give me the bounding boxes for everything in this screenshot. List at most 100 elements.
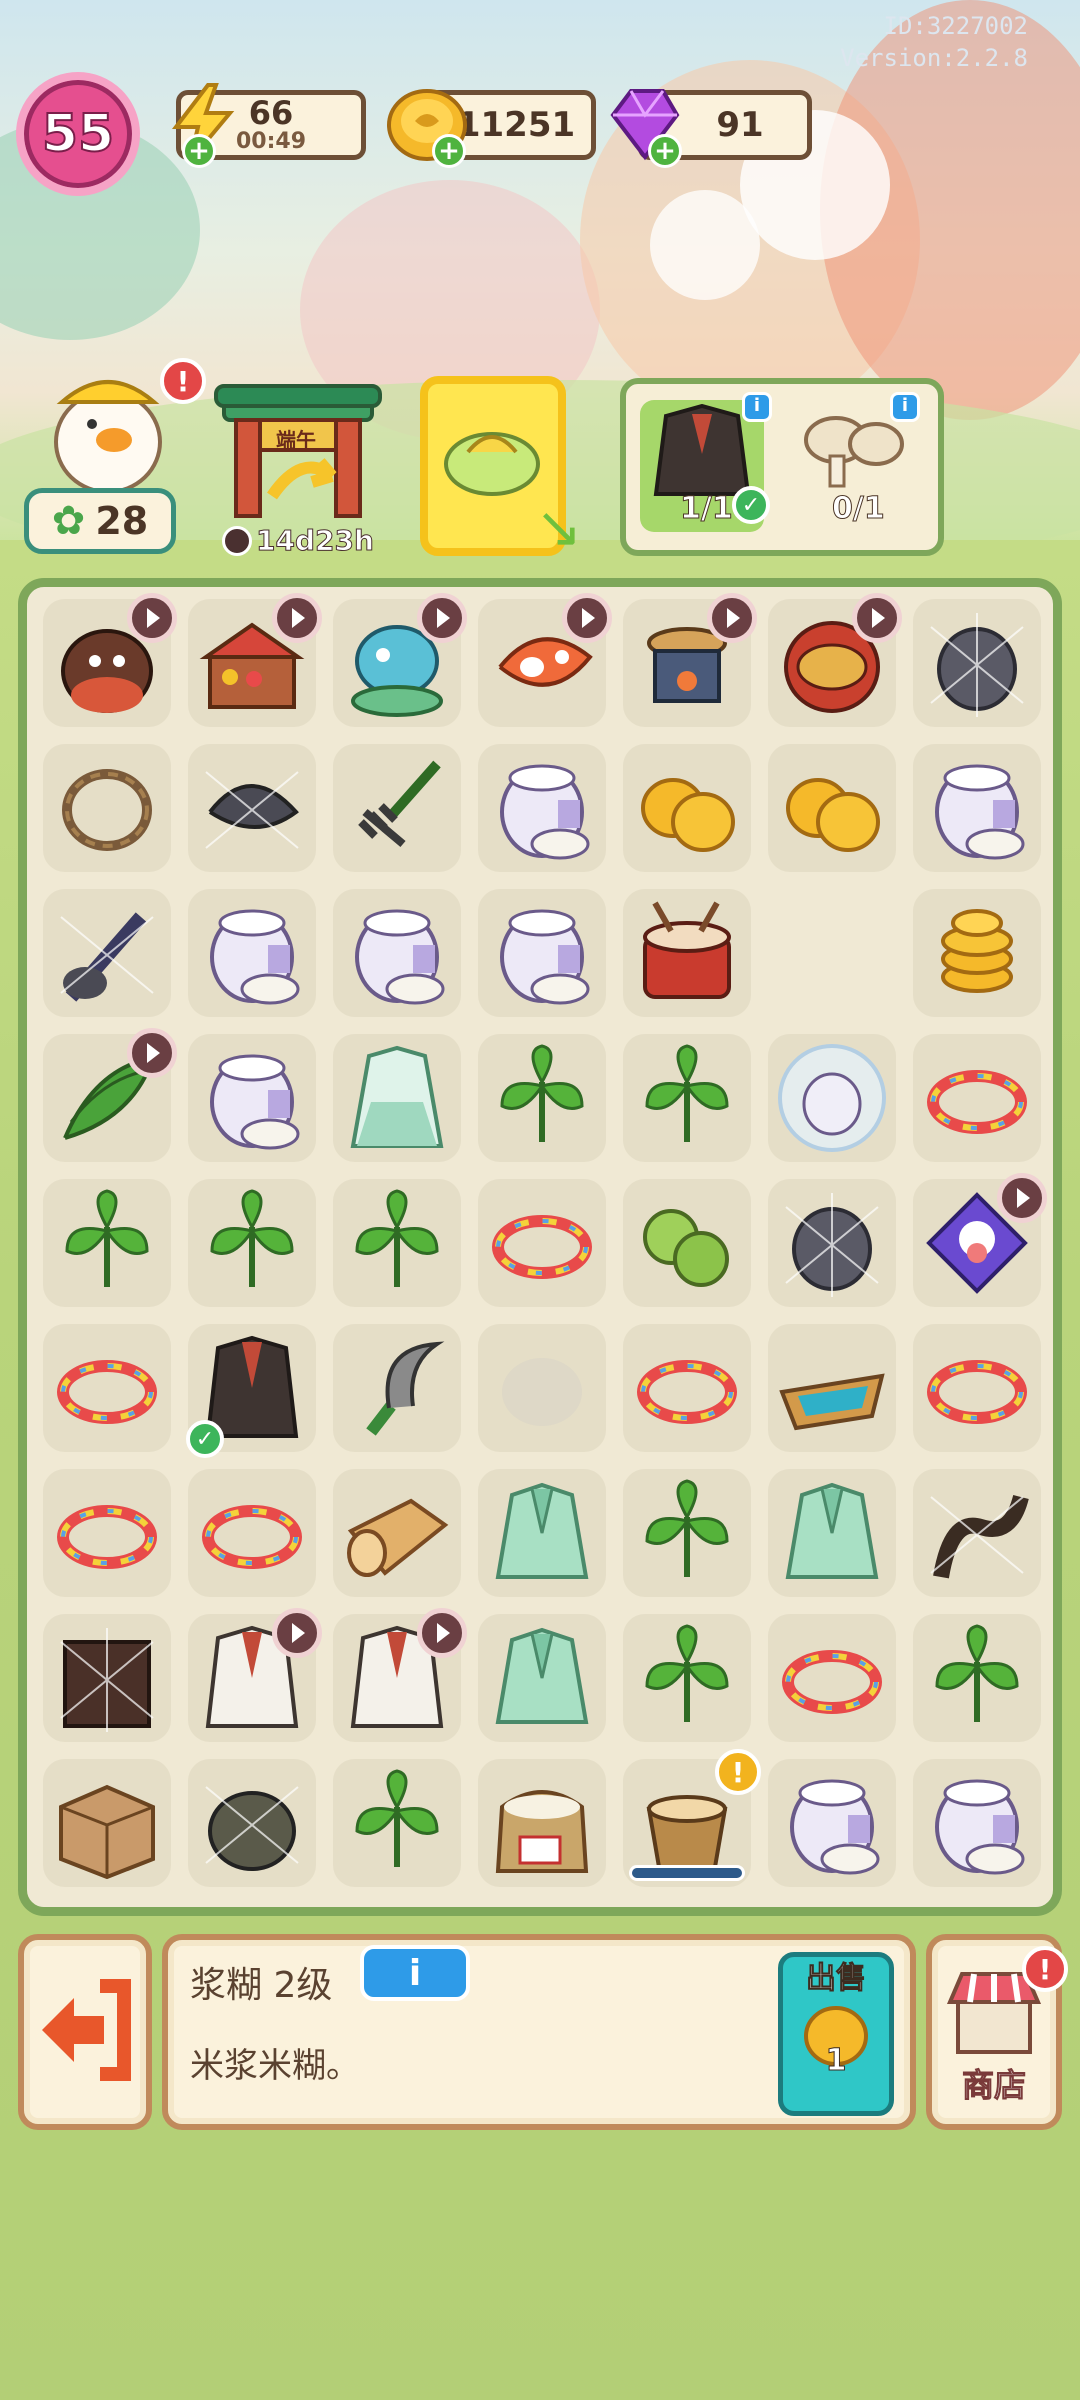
board-cell[interactable] bbox=[623, 889, 751, 1017]
board-cell[interactable] bbox=[188, 889, 316, 1017]
festival-gate-event[interactable]: 端午 bbox=[210, 372, 386, 522]
board-cell[interactable] bbox=[623, 1614, 751, 1742]
board-cell[interactable] bbox=[333, 1324, 461, 1452]
board-cell[interactable] bbox=[43, 1179, 171, 1307]
timer-icon bbox=[417, 593, 467, 643]
board-cell[interactable] bbox=[768, 1469, 896, 1597]
color-cord-icon bbox=[57, 1505, 157, 1569]
order-item-mushrooms[interactable]: 0/1 i bbox=[796, 392, 920, 532]
board-cell[interactable] bbox=[913, 599, 1041, 727]
board-cell[interactable] bbox=[913, 1034, 1041, 1162]
exit-button[interactable] bbox=[18, 1934, 152, 2130]
bubble-jar-icon bbox=[778, 1044, 886, 1152]
board-cell[interactable] bbox=[623, 1324, 751, 1452]
gift-box-card[interactable]: ↘ bbox=[420, 376, 582, 560]
board-cell[interactable] bbox=[478, 889, 606, 1017]
board-cell[interactable] bbox=[768, 1759, 896, 1887]
board-cell[interactable] bbox=[768, 1179, 896, 1307]
duck-count-pill: ✿ 28 bbox=[24, 488, 176, 554]
duck-helper[interactable] bbox=[40, 362, 176, 500]
board-cell[interactable] bbox=[333, 593, 467, 727]
board-cell[interactable] bbox=[768, 1614, 896, 1742]
mugwort-icon bbox=[500, 1044, 584, 1142]
green-robe-icon bbox=[495, 1482, 589, 1579]
board-cell[interactable] bbox=[623, 593, 757, 727]
sickle-icon bbox=[366, 1341, 445, 1436]
board-cell[interactable] bbox=[623, 1179, 751, 1307]
board-cell[interactable] bbox=[43, 1028, 177, 1162]
level-badge[interactable]: 55 bbox=[16, 72, 140, 196]
board-cell[interactable] bbox=[913, 1759, 1041, 1887]
board-cell[interactable] bbox=[913, 889, 1041, 1017]
board-cell[interactable] bbox=[623, 1034, 751, 1162]
board-cell[interactable] bbox=[913, 1614, 1041, 1742]
order-item-hanfu[interactable]: 1/1 ✓ i bbox=[640, 392, 772, 532]
rice-sack-icon bbox=[495, 1790, 589, 1873]
color-cord-icon bbox=[927, 1360, 1027, 1424]
clock-icon bbox=[222, 525, 252, 556]
drum-icon bbox=[643, 901, 731, 999]
board-cell[interactable] bbox=[333, 889, 461, 1017]
board-cell[interactable] bbox=[478, 1469, 606, 1597]
board-cell[interactable] bbox=[188, 1179, 316, 1307]
board-cell[interactable] bbox=[43, 1469, 171, 1597]
order-info-icon[interactable]: i bbox=[890, 392, 920, 422]
board-cell[interactable] bbox=[188, 1469, 316, 1597]
board-cell[interactable] bbox=[333, 744, 461, 872]
board-cell[interactable] bbox=[768, 889, 896, 1017]
green-robe-icon bbox=[785, 1482, 879, 1579]
board-cell[interactable] bbox=[768, 1324, 896, 1452]
board-cell[interactable] bbox=[478, 1324, 606, 1452]
board-cell[interactable] bbox=[333, 1608, 467, 1742]
board-cell[interactable] bbox=[188, 593, 322, 727]
add-energy-button[interactable]: + bbox=[182, 134, 216, 168]
board-cell[interactable] bbox=[43, 744, 171, 872]
board-cell[interactable] bbox=[478, 1614, 606, 1742]
timer-icon bbox=[127, 593, 177, 643]
timer-icon bbox=[127, 1028, 177, 1078]
green-robe-icon bbox=[495, 1627, 589, 1724]
color-cord-icon bbox=[492, 1215, 592, 1279]
board-cell[interactable] bbox=[478, 1034, 606, 1162]
add-gems-button[interactable]: + bbox=[648, 134, 682, 168]
board-cell[interactable] bbox=[913, 744, 1041, 872]
clover-icon: ✿ bbox=[51, 498, 86, 544]
board-cell[interactable] bbox=[768, 1034, 896, 1162]
board-cell[interactable] bbox=[478, 593, 612, 727]
board-cell[interactable] bbox=[623, 1469, 751, 1597]
board-cell[interactable] bbox=[333, 1469, 461, 1597]
board-cell[interactable] bbox=[333, 1179, 461, 1307]
item-info-button[interactable]: i bbox=[360, 1945, 470, 2001]
board-cell[interactable] bbox=[478, 1179, 606, 1307]
board-cell[interactable] bbox=[333, 1759, 461, 1887]
add-coins-button[interactable]: + bbox=[432, 134, 466, 168]
board-cell[interactable] bbox=[623, 744, 751, 872]
board-cell[interactable] bbox=[333, 1034, 461, 1162]
board-cell[interactable] bbox=[913, 1173, 1047, 1307]
cobweb-stone-icon bbox=[205, 771, 299, 849]
cobweb-root-icon bbox=[930, 1494, 1029, 1579]
rake-icon bbox=[358, 760, 441, 848]
order-info-icon[interactable]: i bbox=[742, 392, 772, 422]
board-cell[interactable] bbox=[768, 593, 902, 727]
board-cell[interactable] bbox=[43, 1614, 171, 1742]
board-cell[interactable]: ✓ bbox=[186, 1324, 316, 1458]
board-cell[interactable] bbox=[913, 1469, 1041, 1597]
board-cell[interactable] bbox=[43, 1759, 171, 1887]
board-cell[interactable]: ! bbox=[623, 1749, 761, 1887]
board-cell[interactable] bbox=[188, 744, 316, 872]
board-cell[interactable] bbox=[43, 889, 171, 1017]
board-cell[interactable] bbox=[913, 1324, 1041, 1452]
board-cell[interactable] bbox=[478, 744, 606, 872]
sell-button[interactable]: 出售 1 bbox=[778, 1952, 894, 2116]
board-cell[interactable] bbox=[188, 1759, 316, 1887]
board-cell[interactable] bbox=[188, 1608, 322, 1742]
paste-jar-icon bbox=[935, 764, 1025, 860]
board-cell[interactable] bbox=[43, 1324, 171, 1452]
board-cell[interactable] bbox=[478, 1759, 606, 1887]
arrow-icon: ↘ bbox=[535, 495, 582, 560]
board-cell[interactable] bbox=[188, 1034, 316, 1162]
board-cell[interactable] bbox=[43, 593, 177, 727]
color-cord-icon bbox=[782, 1650, 882, 1714]
board-cell[interactable] bbox=[768, 744, 896, 872]
